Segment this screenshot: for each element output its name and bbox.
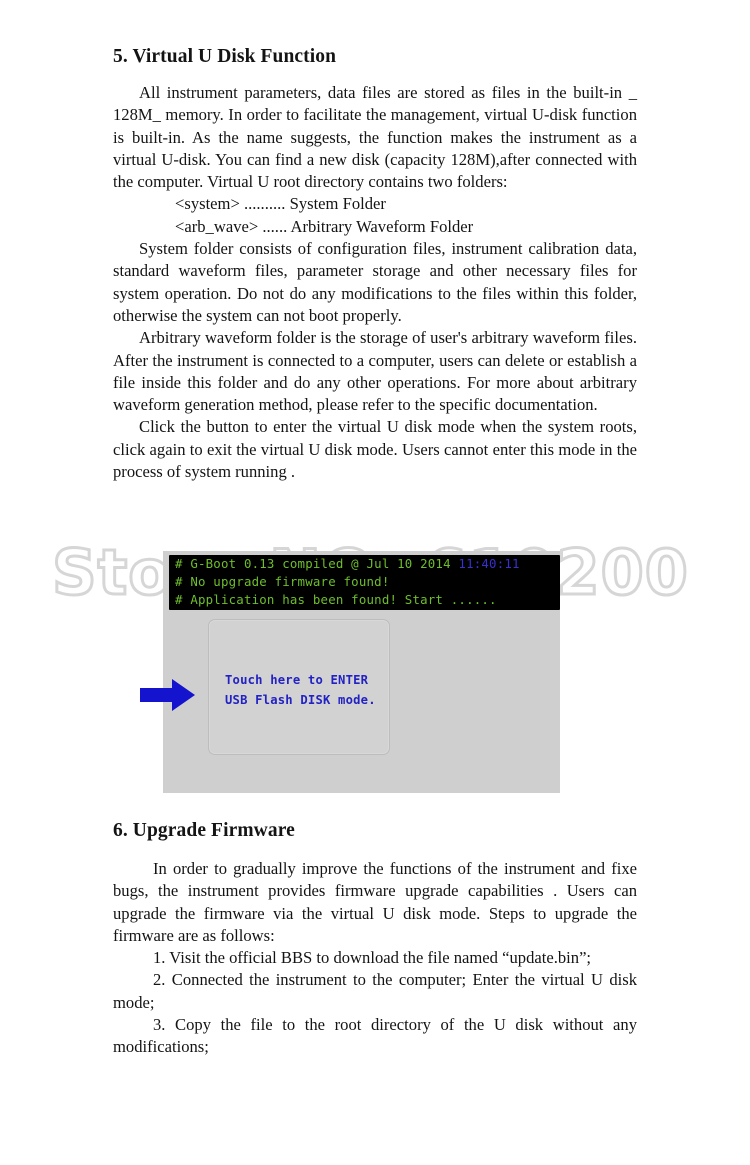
terminal-output: # G-Boot 0.13 compiled @ Jul 10 2014 11:… bbox=[169, 555, 560, 610]
document-content: 5. Virtual U Disk Function All instrumen… bbox=[113, 46, 637, 483]
touch-button-label-line2: USB Flash DISK mode. bbox=[225, 693, 376, 707]
document-page: 5. Virtual U Disk Function All instrumen… bbox=[0, 0, 750, 1165]
terminal-line-1-text: # G-Boot 0.13 compiled @ Jul 10 2014 bbox=[175, 556, 459, 571]
document-content-upgrade: 6. Upgrade Firmware In order to graduall… bbox=[113, 820, 637, 1059]
terminal-line-2: # No upgrade firmware found! bbox=[175, 574, 390, 589]
paragraph-arbitrary-waveform-folder: Arbitrary waveform folder is the storage… bbox=[113, 328, 637, 415]
paragraph-system-folder: System folder consists of configuration … bbox=[113, 239, 637, 325]
figure-device-screenshot: # G-Boot 0.13 compiled @ Jul 10 2014 11:… bbox=[163, 551, 560, 793]
paragraph-virtual-u-disk-intro: All instrument parameters, data files ar… bbox=[113, 83, 637, 192]
step-item-3: 3. Copy the file to the root directory o… bbox=[113, 1015, 637, 1057]
terminal-line-3: # Application has been found! Start ....… bbox=[175, 592, 497, 607]
folder-item-system: <system> .......... System Folder bbox=[175, 194, 386, 214]
folder-item-arb-wave: <arb_wave> ...... Arbitrary Waveform Fol… bbox=[175, 216, 474, 236]
touch-button-label-line1: Touch here to ENTER bbox=[225, 673, 369, 687]
paragraph-upgrade-intro: In order to gradually improve the functi… bbox=[113, 859, 637, 945]
section-heading-virtual-u-disk: 5. Virtual U Disk Function bbox=[113, 46, 337, 67]
terminal-build-time: 11:40:11 bbox=[458, 556, 520, 571]
paragraph-click-the-button: Click the button to enter the virtual U … bbox=[113, 417, 637, 482]
terminal-line-1: # G-Boot 0.13 compiled @ Jul 10 2014 11:… bbox=[169, 555, 560, 573]
section-heading-upgrade-firmware: 6. Upgrade Firmware bbox=[113, 820, 295, 841]
annotation-arrow-icon bbox=[140, 679, 195, 711]
touch-button-label: Touch here to ENTER USB Flash DISK mode. bbox=[225, 670, 376, 710]
step-item-2: 2. Connected the instrument to the compu… bbox=[113, 970, 637, 1012]
step-item-1: 1. Visit the official BBS to download th… bbox=[153, 948, 592, 968]
touch-enter-usb-disk-button[interactable]: Touch here to ENTER USB Flash DISK mode. bbox=[208, 619, 390, 755]
